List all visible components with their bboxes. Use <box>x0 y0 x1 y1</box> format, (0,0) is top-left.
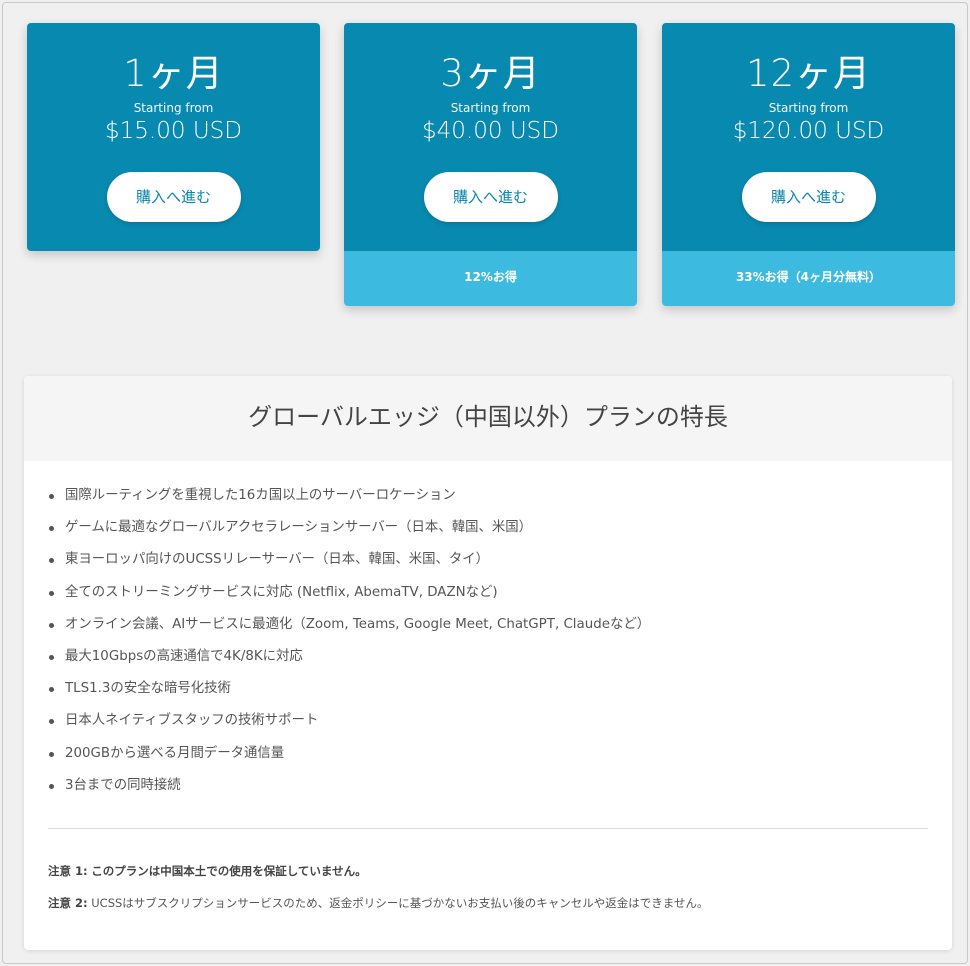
plan-price: $15.00 USD <box>105 118 242 144</box>
plan-cards: 1ヶ月 Starting from $15.00 USD 購入へ進む 3ヶ月 S… <box>27 23 955 313</box>
features-list: 国際ルーティングを重視した16カ国以上のサーバーロケーション ゲームに最適なグロ… <box>48 487 952 809</box>
feature-item: TLS1.3の安全な暗号化技術 <box>48 680 952 712</box>
plan-price: $120.00 USD <box>732 118 885 144</box>
plan-card-header: 3ヶ月 Starting from $40.00 USD 購入へ進む <box>344 23 637 251</box>
features-title: グローバルエッジ（中国以外）プランの特長 <box>24 376 952 461</box>
feature-item: 東ヨーロッパ向けのUCSSリレーサーバー（日本、韓国、米国、タイ） <box>48 551 952 583</box>
feature-item: ゲームに最適なグローバルアクセラレーションサーバー（日本、韓国、米国） <box>48 519 952 551</box>
purchase-button[interactable]: 購入へ進む <box>741 172 876 222</box>
feature-item: 日本人ネイティブスタッフの技術サポート <box>48 712 952 744</box>
note-label: 注意 1: <box>48 863 88 878</box>
note-label: 注意 2: <box>48 895 88 910</box>
plan-period: 1ヶ月 <box>123 52 224 95</box>
plan-period: 3ヶ月 <box>440 52 541 95</box>
divider <box>48 827 928 829</box>
features-panel: グローバルエッジ（中国以外）プランの特長 国際ルーティングを重視した16カ国以上… <box>24 376 952 950</box>
plan-saving-badge: 12%お得 <box>344 251 637 306</box>
note-text: このプランは中国本土での使用を保証していません。 <box>91 863 367 878</box>
feature-item: 最大10Gbpsの高速通信で4K/8Kに対応 <box>48 648 952 680</box>
plan-saving-badge: 33%お得（4ヶ月分無料） <box>662 251 955 306</box>
plan-starting-label: Starting from <box>133 101 214 115</box>
feature-item: 全てのストリーミングサービスに対応 (Netflix, AbemaTV, DAZ… <box>48 584 952 616</box>
note-text: UCSSはサブスクリプションサービスのため、返金ポリシーに基づかないお支払い後の… <box>91 895 709 910</box>
notes: 注意 1: このプランは中国本土での使用を保証していません。 注意 2: UCS… <box>48 863 928 911</box>
feature-item: オンライン会議、AIサービスに最適化（Zoom, Teams, Google M… <box>48 616 952 648</box>
plan-period: 12ヶ月 <box>745 52 872 95</box>
purchase-button[interactable]: 購入へ進む <box>106 172 241 222</box>
plan-starting-label: Starting from <box>450 101 531 115</box>
plan-card-header: 12ヶ月 Starting from $120.00 USD 購入へ進む <box>662 23 955 251</box>
plan-card-12-months: 12ヶ月 Starting from $120.00 USD 購入へ進む 33%… <box>662 23 955 306</box>
plan-card-header: 1ヶ月 Starting from $15.00 USD 購入へ進む <box>27 23 320 251</box>
feature-item: 国際ルーティングを重視した16カ国以上のサーバーロケーション <box>48 487 952 519</box>
note-1: 注意 1: このプランは中国本土での使用を保証していません。 <box>48 863 928 879</box>
plan-starting-label: Starting from <box>768 101 849 115</box>
plan-card-3-months: 3ヶ月 Starting from $40.00 USD 購入へ進む 12%お得 <box>344 23 637 306</box>
feature-item: 3台までの同時接続 <box>48 777 952 809</box>
purchase-button[interactable]: 購入へ進む <box>423 172 558 222</box>
plan-card-1-month: 1ヶ月 Starting from $15.00 USD 購入へ進む <box>27 23 320 251</box>
feature-item: 200GBから選べる月間データ通信量 <box>48 745 952 777</box>
plan-price: $40.00 USD <box>422 118 559 144</box>
note-2: 注意 2: UCSSはサブスクリプションサービスのため、返金ポリシーに基づかない… <box>48 895 928 911</box>
